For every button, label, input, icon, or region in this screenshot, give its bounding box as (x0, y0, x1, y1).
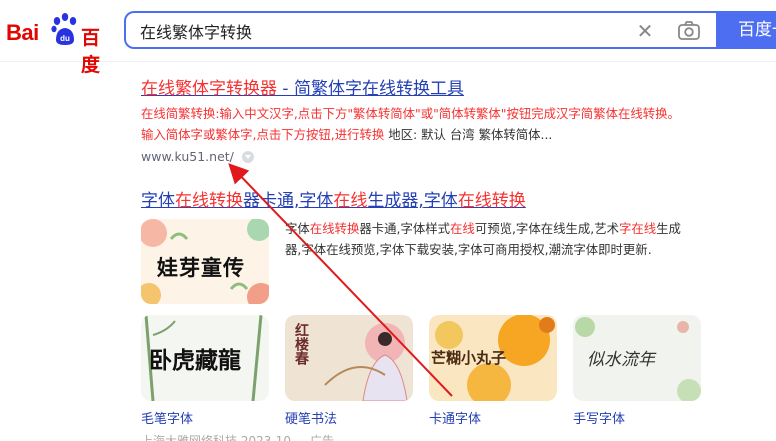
partial-source-line: 上海大雅网络科技 2023-10 ... 广告 (141, 434, 335, 441)
gallery-caption-1[interactable]: 毛笔字体 (141, 408, 193, 427)
gallery-caption-2[interactable]: 硬笔书法 (285, 408, 337, 427)
result-1: 在线繁体字转换器 - 简繁体字在线转换工具 在线简繁转换:输入中文汉字,点击下方… (141, 74, 680, 164)
result-2: 字体在线转换器卡通,字体在线生成器,字体在线转换 (141, 186, 526, 211)
gallery-thumb-handwriting[interactable]: 似水流年 (573, 315, 701, 401)
gallery-art-text-1: 卧虎藏龍 (149, 347, 241, 374)
abstract-line-2-rest: 地区: 默认 台湾 繁体转简体... (384, 127, 553, 142)
main-thumb-art-text: 娃芽童传 (157, 255, 245, 280)
abstract-line-2-highlight: 输入简体字或繁体字,点击下方按钮,进行转换 (141, 127, 385, 142)
result-1-url-text[interactable]: www.ku51.net/ (141, 149, 234, 164)
search-button[interactable]: 百度一下 (716, 11, 776, 49)
gallery-caption-4[interactable]: 手写字体 (573, 408, 625, 427)
result-2-title[interactable]: 字体在线转换器卡通,字体在线生成器,字体在线转换 (141, 186, 526, 211)
gallery-thumb-pen[interactable]: 红楼春 (285, 315, 413, 401)
gallery-art-text-2: 红楼春 (293, 323, 309, 365)
gallery-thumb-brush[interactable]: 卧虎藏龍 (141, 315, 269, 401)
chevron-down-icon[interactable] (241, 150, 254, 163)
abstract-line-1: 在线简繁转换:输入中文汉字,点击下方"繁体转简体"或"简体转繁体"按钮完成汉字简… (141, 106, 680, 121)
result-1-abstract: 在线简繁转换:输入中文汉字,点击下方"繁体转简体"或"简体转繁体"按钮完成汉字简… (141, 103, 680, 145)
result-1-title[interactable]: 在线繁体字转换器 - 简繁体字在线转换工具 (141, 74, 680, 99)
paw-logo-icon: du (51, 13, 77, 45)
gallery-caption-3[interactable]: 卡通字体 (429, 408, 481, 427)
search-box[interactable]: 在线繁体字转换 ✕ (124, 11, 718, 49)
result-1-url[interactable]: www.ku51.net/ (141, 149, 680, 164)
logo-baidu-text: 百度 (81, 27, 100, 76)
paw-du-text: du (60, 34, 70, 43)
clear-icon[interactable]: ✕ (634, 20, 656, 42)
search-input[interactable]: 在线繁体字转换 (140, 19, 252, 43)
gallery-art-text-4: 似水流年 (587, 350, 655, 370)
result-2-main-thumbnail[interactable]: 娃芽童传 (141, 219, 269, 304)
gallery-art-text-3: 芒糊小丸子 (431, 349, 507, 367)
header-bar: Bai du 百度 在线繁体字转换 ✕ 百度一下 (0, 0, 776, 76)
camera-icon[interactable] (676, 19, 702, 43)
logo-bai-text: Bai (6, 20, 39, 45)
result-2-abstract: 字体在线转换器卡通,字体样式在线可预览,字体在线生成,艺术字在线生成 器,字体在… (285, 221, 681, 257)
baidu-logo[interactable]: Bai du 百度 (6, 12, 116, 76)
gallery-thumb-cartoon[interactable]: 芒糊小丸子 (429, 315, 557, 401)
